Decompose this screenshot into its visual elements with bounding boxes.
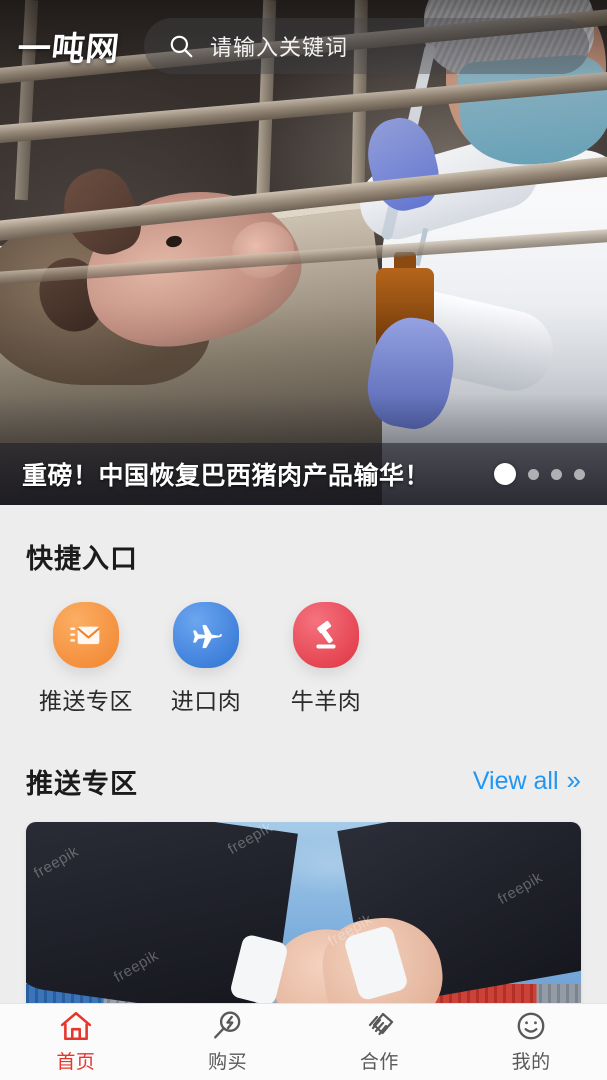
tab-home[interactable]: 首页 xyxy=(0,1004,152,1080)
smiley-icon xyxy=(514,1010,548,1042)
carousel-dot-4[interactable] xyxy=(574,469,585,480)
gavel-icon xyxy=(293,602,359,668)
tab-buy[interactable]: 购买 xyxy=(152,1004,304,1080)
tab-label: 首页 xyxy=(56,1047,95,1074)
chevron-right-icon: » xyxy=(567,767,581,793)
banner-caption-bar: 重磅！中国恢复巴西猪肉产品输华！ xyxy=(0,443,607,505)
app-header: 一吨网 请输入关键词 xyxy=(0,0,607,92)
quick-entry-item-beef-mutton[interactable]: 牛羊肉 xyxy=(266,602,386,716)
airplane-icon xyxy=(173,602,239,668)
bottom-nav: 首页 购买 合作 xyxy=(0,1003,607,1080)
tab-label: 我的 xyxy=(512,1047,551,1074)
carousel-dot-1[interactable] xyxy=(494,463,516,485)
push-section-title: 推送专区 xyxy=(26,762,138,801)
search-icon xyxy=(168,33,194,59)
quick-entry-item-push[interactable]: 推送专区 xyxy=(26,602,146,716)
quick-entry-item-import[interactable]: 进口肉 xyxy=(146,602,266,716)
quick-entry-label: 进口肉 xyxy=(171,682,242,716)
banner-caption[interactable]: 重磅！中国恢复巴西猪肉产品输华！ xyxy=(22,456,430,492)
search-deal-icon xyxy=(211,1010,245,1042)
envelope-icon xyxy=(53,602,119,668)
view-all-label: View all xyxy=(473,767,559,796)
view-all-link[interactable]: View all » xyxy=(473,767,581,796)
quick-entry-title: 快捷入口 xyxy=(0,537,607,576)
quick-entry-list: 推送专区 进口肉 xyxy=(0,576,607,716)
tab-cooperation[interactable]: 合作 xyxy=(304,1004,456,1080)
search-input[interactable]: 请输入关键词 xyxy=(210,30,348,62)
home-icon xyxy=(59,1010,93,1042)
quick-entry-label: 牛羊肉 xyxy=(291,682,362,716)
quick-entry-section: 快捷入口 推送专区 xyxy=(0,505,607,744)
carousel-dot-3[interactable] xyxy=(551,469,562,480)
carousel-dots[interactable] xyxy=(494,463,585,485)
airplane-glyph xyxy=(187,616,225,654)
app-root: 重磅！中国恢复巴西猪肉产品输华！ 一吨网 请输入关键词 快捷入口 xyxy=(0,0,607,1080)
search-bar[interactable]: 请输入关键词 xyxy=(144,18,589,74)
quick-entry-label: 推送专区 xyxy=(39,682,133,716)
tab-profile[interactable]: 我的 xyxy=(455,1004,607,1080)
gavel-glyph xyxy=(307,616,345,654)
tab-label: 购买 xyxy=(208,1047,247,1074)
tab-label: 合作 xyxy=(360,1047,399,1074)
handshake-icon xyxy=(362,1010,396,1042)
envelope-glyph xyxy=(66,615,106,655)
carousel-dot-2[interactable] xyxy=(528,469,539,480)
push-section-header: 推送专区 View all » xyxy=(0,752,607,810)
app-logo[interactable]: 一吨网 xyxy=(15,22,122,70)
